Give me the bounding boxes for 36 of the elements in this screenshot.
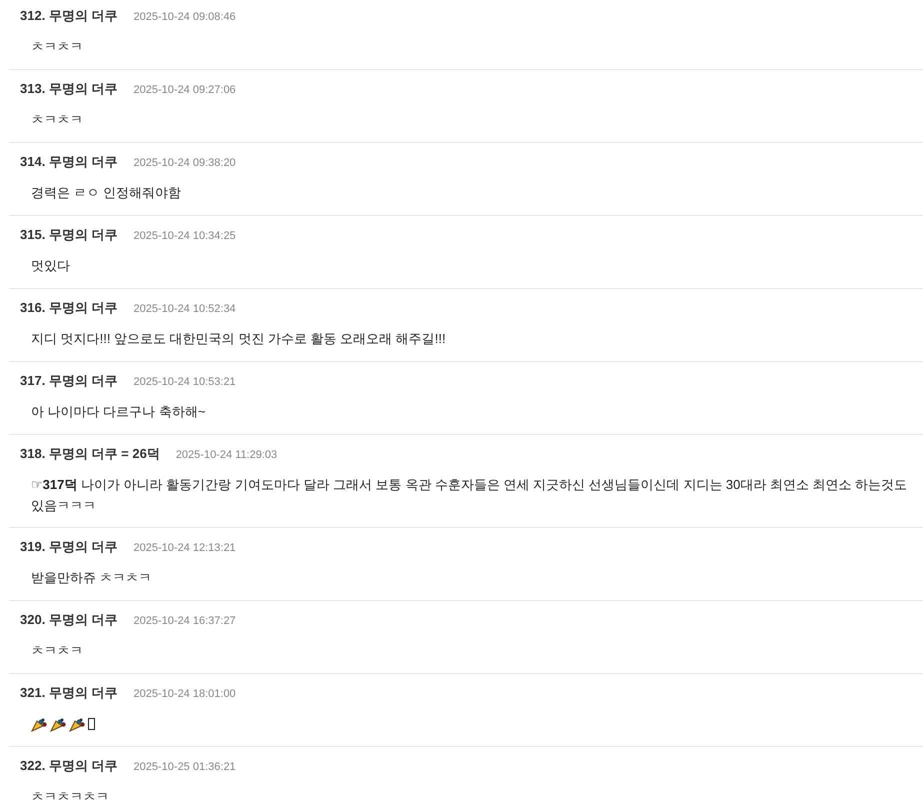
comment-author: 312. 무명의 더쿠 <box>20 7 118 25</box>
comment-text: 지디 멋지다!!! 앞으로도 대한민국의 멋진 가수로 활동 오래오래 해주길!!! <box>30 330 447 348</box>
comment-date: 2025-10-24 10:53:21 <box>134 375 236 390</box>
comment-author: 317. 무명의 더쿠 <box>20 372 118 390</box>
missing-glyph-icon <box>88 718 95 730</box>
comment-text: 아 나이마다 다르구나 축하해~ <box>30 403 206 421</box>
comment-date: 2025-10-24 12:13:21 <box>134 541 236 556</box>
comment-author: 316. 무명의 더쿠 <box>20 299 118 317</box>
comment-text: 받을만하쥬 ㅊㅋㅊㅋ <box>30 569 153 587</box>
comment-text: 경력은 ㄹㅇ 인정해줘야함 <box>30 184 182 202</box>
comment-date: 2025-10-24 09:08:46 <box>134 10 236 25</box>
comment-text: 멋있다 <box>30 257 71 275</box>
comment-date: 2025-10-24 18:01:00 <box>134 687 236 702</box>
comment-date: 2025-10-24 11:29:03 <box>176 448 278 463</box>
comment-date: 2025-10-24 10:52:34 <box>134 302 236 317</box>
comment-date: 2025-10-25 01:36:21 <box>134 760 236 775</box>
comment-author: 313. 무명의 더쿠 <box>20 80 118 98</box>
comment-date: 2025-10-24 09:27:06 <box>134 83 236 98</box>
comment-text: ㅊㅋㅊㅋ <box>30 642 84 660</box>
party-popper-icon <box>50 716 67 732</box>
comment-author: 321. 무명의 더쿠 <box>20 684 118 702</box>
party-popper-icon <box>31 716 48 732</box>
comment-author: 315. 무명의 더쿠 <box>20 226 118 244</box>
comment-author: 318. 무명의 더쿠 = 26덕 <box>20 445 160 463</box>
comment-date: 2025-10-24 16:37:27 <box>134 614 236 629</box>
party-popper-icon <box>69 716 86 732</box>
comment-text: ㅊㅋㅊㅋㅊㅋ <box>30 788 110 806</box>
comment-text: ☞317덕 나이가 아니라 활동기간랑 기여도마다 달라 그래서 보통 옥관 수훈자들은 연세 지긋하신 선생님들이신데 지디는 30대라 최연소 최연소 하는것도 있음ㅋㅋㅋ <box>30 476 908 515</box>
comment-text: ㅊㅋㅊㅋ <box>30 111 84 129</box>
comment-author: 314. 무명의 더쿠 <box>20 153 118 171</box>
comment-author: 322. 무명의 더쿠 <box>20 757 118 775</box>
comment-date: 2025-10-24 10:34:25 <box>134 229 236 244</box>
comment-text: ㅊㅋㅊㅋ <box>30 38 84 56</box>
comment-author: 320. 무명의 더쿠 <box>20 611 118 629</box>
comment-author: 319. 무명의 더쿠 <box>20 538 118 556</box>
comment-date: 2025-10-24 09:38:20 <box>134 156 236 171</box>
